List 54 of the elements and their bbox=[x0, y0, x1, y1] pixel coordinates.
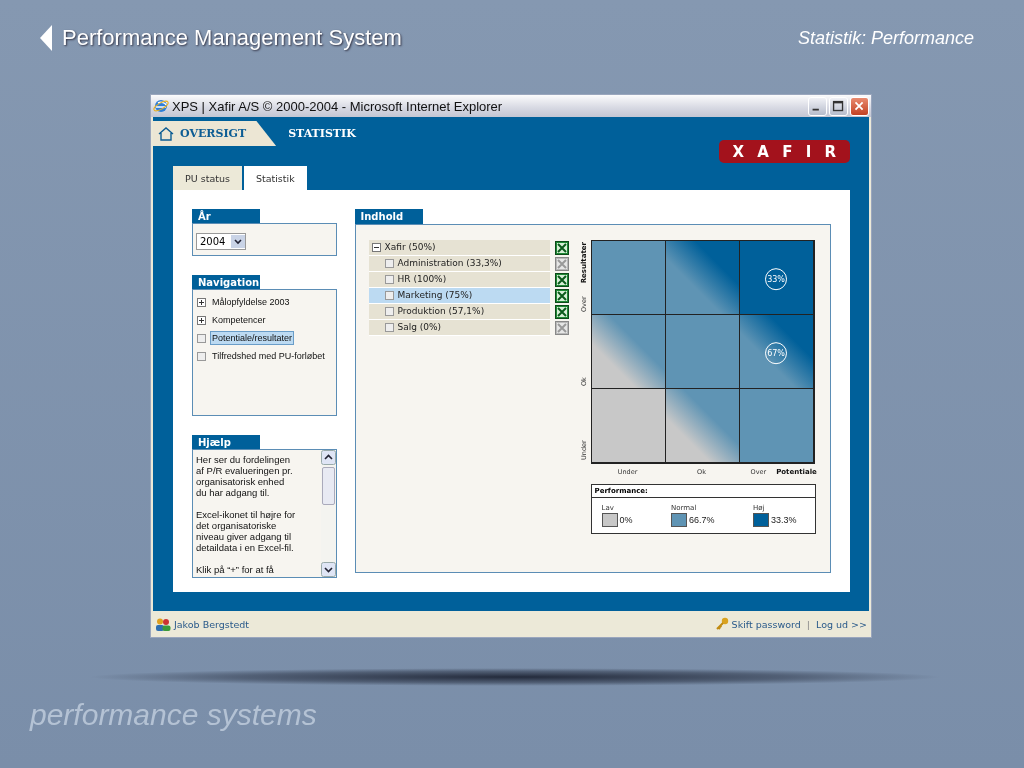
user-name: Jakob Bergstedt bbox=[174, 618, 250, 630]
year-select[interactable]: 2004 bbox=[196, 233, 247, 250]
panel-header: Hjælp bbox=[192, 435, 260, 449]
key-icon bbox=[714, 617, 729, 631]
panel-header: Navigation bbox=[192, 275, 260, 289]
help-text: Excel-ikonet til højre for det organisatoriske niveau giver adgang til detaildata i en Excel-fil. bbox=[196, 509, 297, 553]
help-text: Klik på “+” for at få bbox=[196, 564, 275, 575]
tab[interactable]: Statistik bbox=[243, 166, 307, 190]
tree-label: Marketing (75%) bbox=[397, 290, 473, 301]
legend-value: 66.7% bbox=[689, 514, 715, 525]
nav-tab[interactable]: STATISTIK bbox=[276, 127, 368, 140]
footer-text: performance systems bbox=[30, 698, 318, 732]
scroll-up-button[interactable] bbox=[320, 450, 336, 465]
navigation-item[interactable]: Kompetencer bbox=[210, 313, 268, 327]
legend-value: 0% bbox=[619, 514, 633, 525]
excel-icon[interactable] bbox=[554, 240, 569, 255]
people-icon bbox=[155, 617, 171, 631]
help-text: Her ser du fordelingen af P/R evalueringen pr. organisatorisk enhed du har adgang til. bbox=[196, 454, 294, 498]
logo: X A F I R bbox=[718, 140, 850, 163]
nav-tab[interactable]: OVERSIGT bbox=[153, 121, 277, 146]
tab[interactable]: PU status bbox=[173, 166, 242, 190]
expand-icon[interactable] bbox=[197, 297, 206, 307]
navigation-item[interactable]: Målopfyldelse 2003 bbox=[210, 295, 292, 309]
excel-icon[interactable] bbox=[554, 272, 569, 287]
tree-label: HR (100%) bbox=[397, 274, 447, 285]
panel-header: År bbox=[192, 209, 260, 223]
excel-icon[interactable] bbox=[554, 288, 569, 303]
panel-header: Indhold bbox=[354, 209, 423, 224]
window-title: XPS | Xafir A/S © 2000-2004 - Microsoft Internet Explorer bbox=[172, 98, 503, 114]
scrollbar[interactable] bbox=[320, 450, 336, 577]
close-button[interactable] bbox=[850, 96, 869, 116]
logout-link[interactable]: Log ud >> bbox=[816, 618, 867, 630]
tree-label: Xafir (50%) bbox=[384, 242, 436, 253]
tree-row[interactable]: Xafir (50%) bbox=[368, 239, 550, 256]
navigation-item[interactable]: Potentiale/resultater bbox=[210, 331, 295, 345]
browser-icon bbox=[153, 98, 169, 114]
legend-value: 33.3% bbox=[771, 514, 797, 525]
separator-text: | bbox=[806, 618, 810, 630]
tree-label: Produktion (57,1%) bbox=[397, 306, 485, 317]
scroll-down-button[interactable] bbox=[320, 562, 336, 577]
house-icon bbox=[158, 126, 174, 141]
tree-label: Salg (0%) bbox=[397, 322, 442, 333]
expand-icon[interactable] bbox=[197, 315, 206, 325]
slide-subtitle: Statistik: Performance bbox=[797, 27, 974, 49]
excel-icon[interactable] bbox=[554, 304, 569, 319]
maximize-button[interactable] bbox=[829, 96, 848, 116]
tree-label: Administration (33,3%) bbox=[397, 258, 502, 269]
dropdown-icon bbox=[231, 235, 246, 248]
slide-title: Performance Management System bbox=[62, 25, 402, 51]
minimize-button[interactable] bbox=[808, 96, 827, 116]
navigation-item[interactable]: Tilfredshed med PU-forløbet bbox=[210, 349, 327, 363]
change-password-link[interactable]: Skift password bbox=[731, 618, 801, 630]
back-arrow-icon[interactable] bbox=[38, 24, 54, 52]
collapse-icon[interactable] bbox=[371, 242, 381, 252]
